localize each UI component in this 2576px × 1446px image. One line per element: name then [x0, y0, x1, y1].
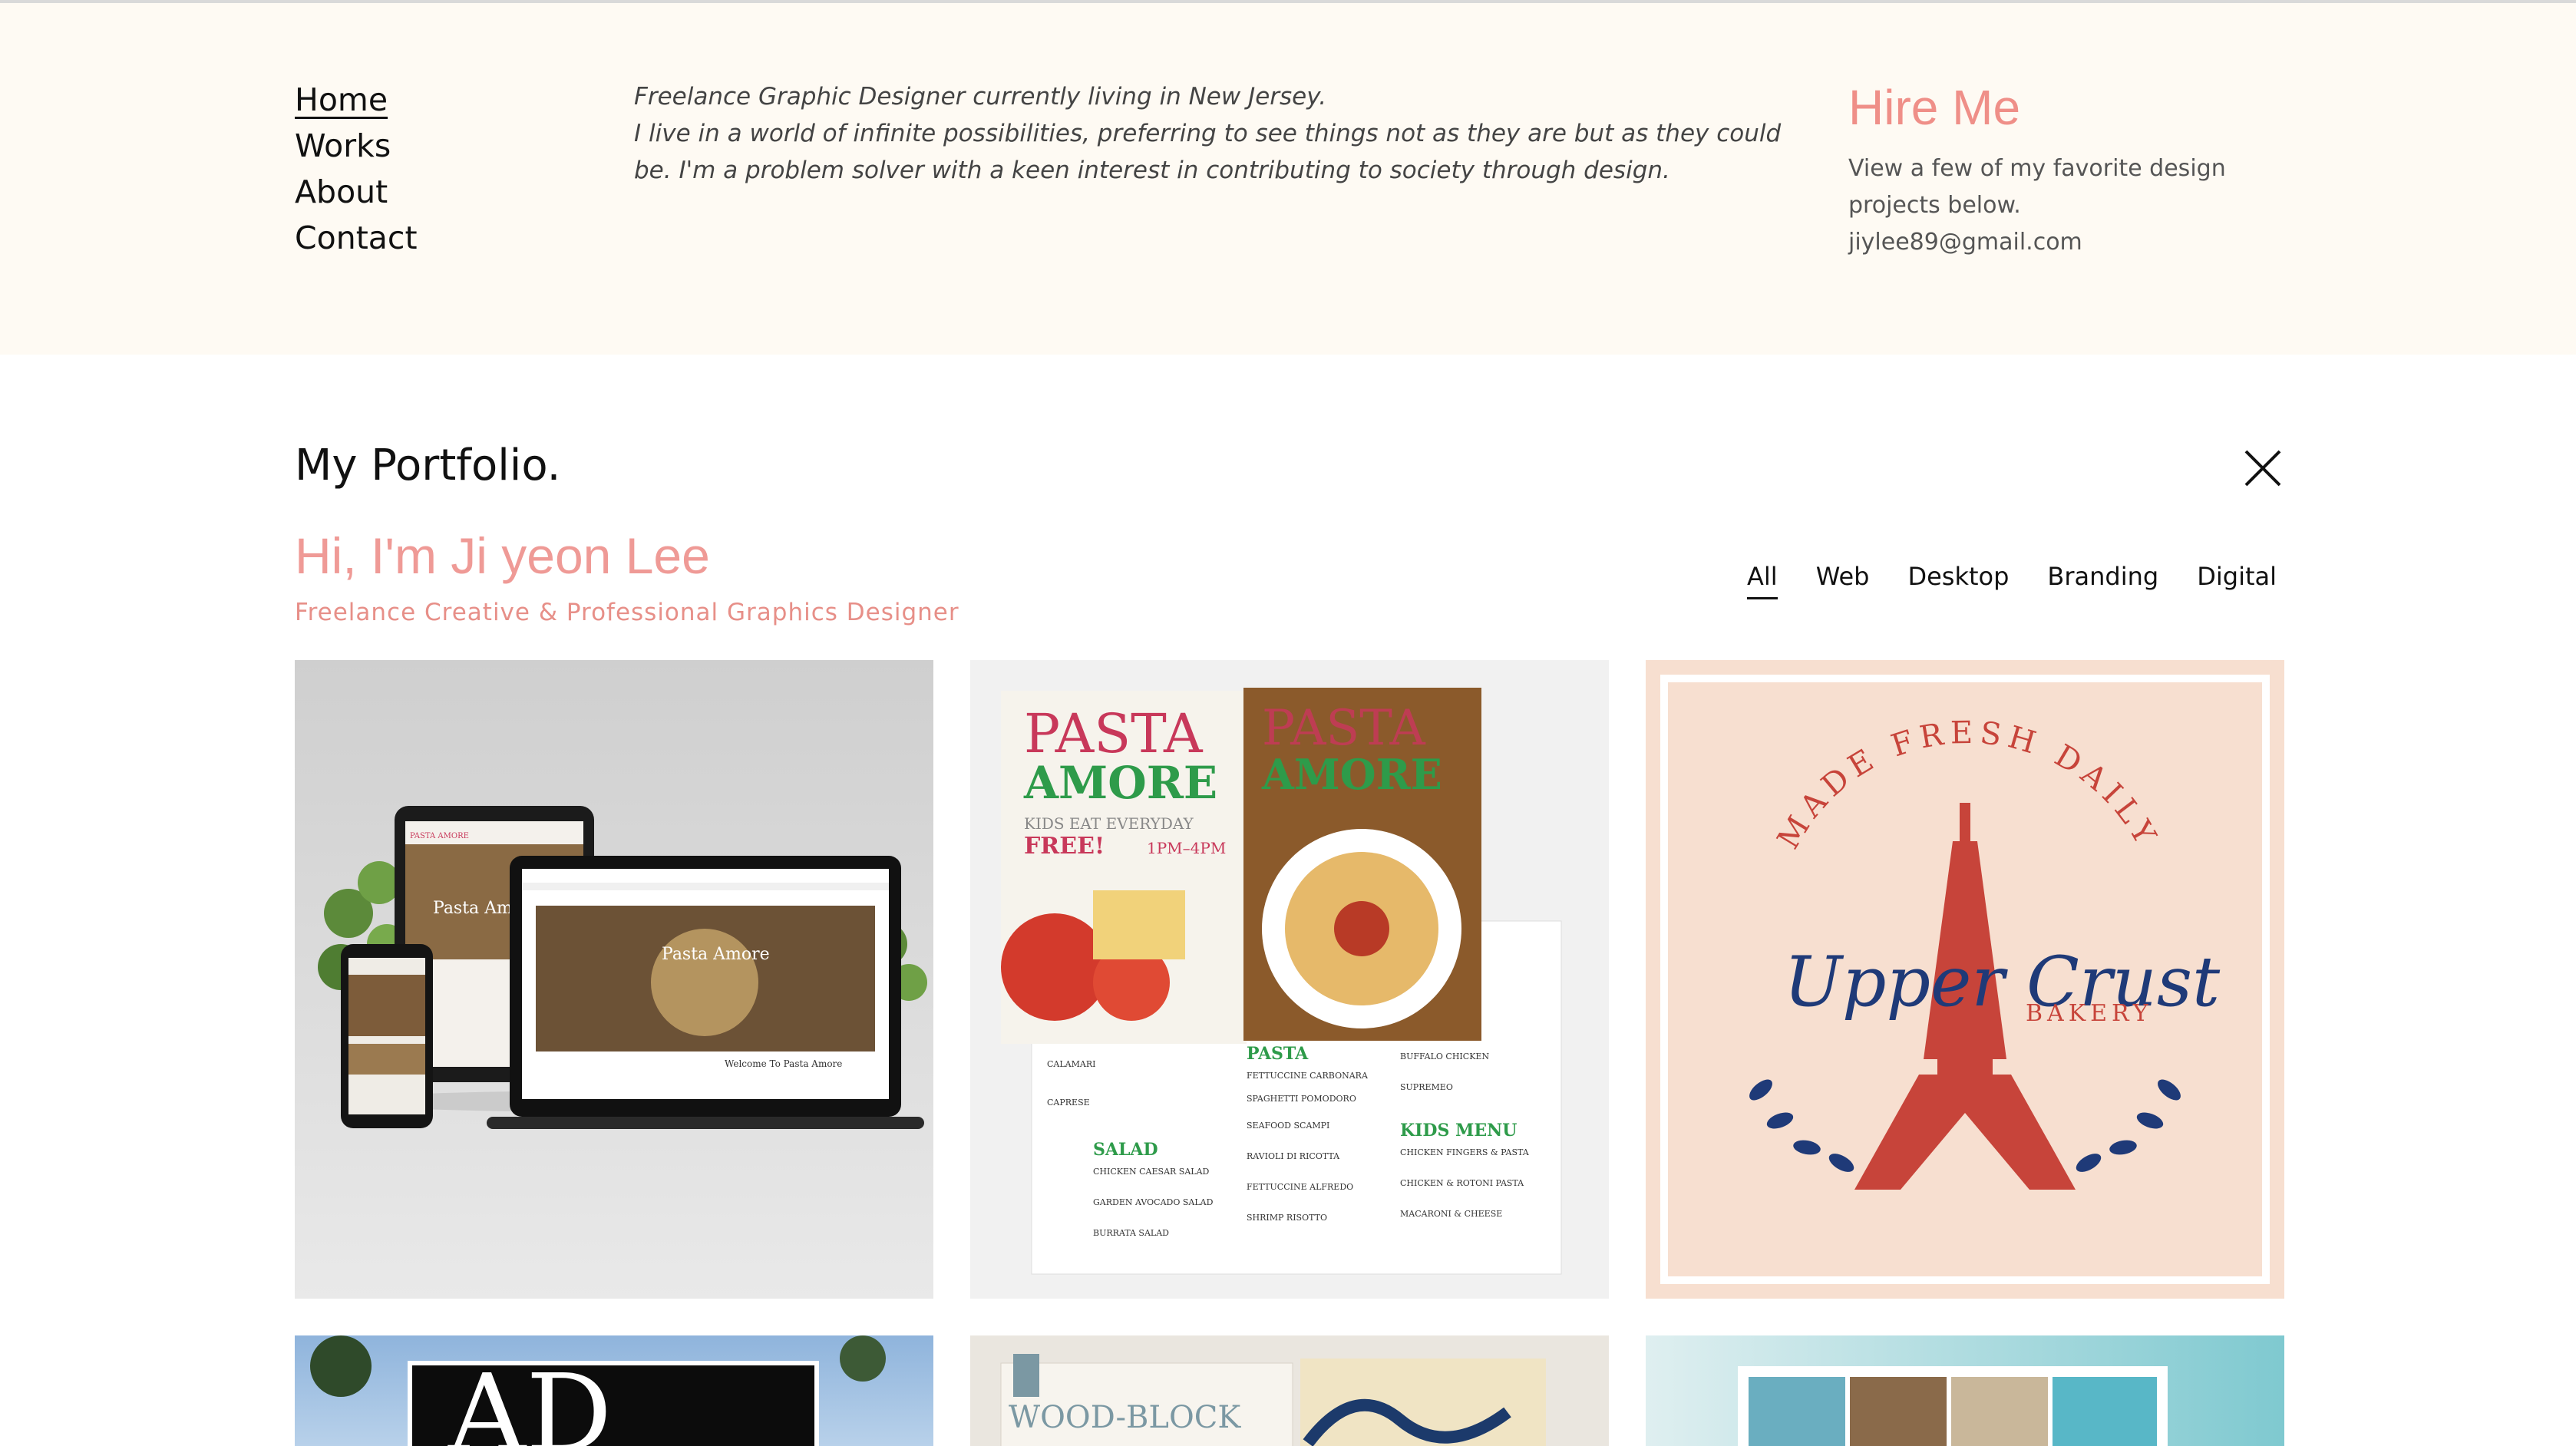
laptop-welcome: Welcome To Pasta Amore — [725, 1058, 842, 1069]
portfolio-item-woodblock-printing[interactable]: WOOD-BLOCK — [970, 1335, 1609, 1446]
menu-item: MACARONI & CHEESE — [1400, 1209, 1502, 1219]
menu-item: CALAMARI — [1047, 1059, 1095, 1069]
flyer-brand-bottom: AMORE — [1023, 757, 1217, 809]
bio-line-2: I live in a world of infinite possibilit… — [634, 120, 1782, 184]
filter-web[interactable]: Web — [1816, 562, 1870, 599]
menu-item: SPAGHETTI POMODORO — [1247, 1094, 1356, 1104]
flyer-time: 1PM–4PM — [1147, 839, 1226, 857]
menu-item: BURRATA SALAD — [1093, 1228, 1169, 1238]
menu-section-kids: KIDS MENU — [1400, 1121, 1517, 1141]
greeting-heading: Hi, I'm Ji yeon Lee — [295, 527, 710, 584]
portfolio-item-bakery-logo[interactable]: MADE FRESH DAILY Upper Crust BAKERY — [1646, 660, 2284, 1299]
bakery-label: BAKERY — [2026, 1000, 2153, 1027]
tablet-brand: PASTA AMORE — [410, 832, 469, 840]
close-icon[interactable] — [2243, 448, 2283, 488]
menu-item: FETTUCCINE CARBONARA — [1247, 1071, 1369, 1081]
menu-item: GARDEN AVOCADO SALAD — [1093, 1197, 1214, 1207]
filter-digital[interactable]: Digital — [2197, 562, 2277, 599]
nav-contact[interactable]: Contact — [295, 215, 418, 261]
portfolio-item-pasta-website[interactable]: PASTA AMORE Pasta Amore Pasta Amore Welc… — [295, 660, 933, 1299]
portfolio-item-ad-magazine[interactable]: AD — [295, 1335, 933, 1446]
nav-works[interactable]: Works — [295, 123, 418, 169]
flyer-brand-top: PASTA — [1024, 702, 1204, 765]
magazine-letters: AD — [447, 1352, 612, 1446]
laurel-left-icon — [1749, 1079, 1854, 1172]
bakery-script: Upper Crust — [1784, 942, 2221, 1022]
filter-branding[interactable]: Branding — [2047, 562, 2158, 599]
portfolio-item-travel[interactable] — [1646, 1335, 2284, 1446]
menu-item: SUPREMEO — [1400, 1082, 1453, 1092]
filter-desktop[interactable]: Desktop — [1907, 562, 2009, 599]
flyer-free: FREE! — [1024, 833, 1105, 860]
bio-line-1: Freelance Graphic Designer currently liv… — [634, 83, 1327, 111]
poster-brand-top: PASTA — [1262, 700, 1425, 757]
menu-item: BUFFALO CHICKEN — [1400, 1051, 1489, 1061]
menu-item: CHICKEN CAESAR SALAD — [1093, 1167, 1210, 1177]
laurel-right-icon — [2076, 1079, 2181, 1172]
portfolio-filters: All Web Desktop Branding Digital — [1747, 562, 2277, 599]
menu-item: CHICKEN & ROTONI PASTA — [1400, 1178, 1524, 1188]
menu-item: SEAFOOD SCAMPI — [1247, 1121, 1329, 1131]
portfolio-item-pasta-menu[interactable]: PASTA AMORE KIDS EAT EVERYDAY FREE! 1PM–… — [970, 660, 1609, 1299]
filter-all[interactable]: All — [1747, 562, 1778, 599]
site-header: Home Works About Contact Freelance Graph… — [0, 3, 2576, 355]
main-nav: Home Works About Contact — [295, 77, 418, 261]
bio-text: Freelance Graphic Designer currently liv… — [634, 78, 1816, 189]
hire-me-title: Hire Me — [1848, 80, 2021, 135]
menu-item: FETTUCCINE ALFREDO — [1247, 1182, 1353, 1192]
menu-item: SHRIMP RISOTTO — [1247, 1213, 1327, 1223]
nav-home[interactable]: Home — [295, 77, 418, 123]
nav-about[interactable]: About — [295, 169, 418, 215]
menu-item: CAPRESE — [1047, 1098, 1090, 1108]
woodblock-title: WOOD-BLOCK — [1009, 1400, 1241, 1435]
contact-email[interactable]: jiylee89@gmail.com — [1848, 224, 2278, 261]
menu-section-pasta: PASTA — [1247, 1044, 1309, 1064]
greeting-subtitle: Freelance Creative & Professional Graphi… — [295, 599, 959, 626]
laptop-heading: Pasta Amore — [662, 945, 770, 964]
menu-item: CHICKEN FINGERS & PASTA — [1400, 1147, 1530, 1157]
flyer-kids: KIDS EAT EVERYDAY — [1024, 814, 1194, 833]
portfolio-title: My Portfolio. — [295, 441, 561, 490]
menu-section-salad: SALAD — [1093, 1140, 1158, 1160]
hire-me-text: View a few of my favorite design project… — [1848, 155, 2226, 219]
hire-me-block: Hire Me View a few of my favorite design… — [1848, 77, 2278, 261]
poster-brand-bottom: AMORE — [1261, 750, 1442, 799]
menu-item: RAVIOLI DI RICOTTA — [1247, 1151, 1340, 1161]
